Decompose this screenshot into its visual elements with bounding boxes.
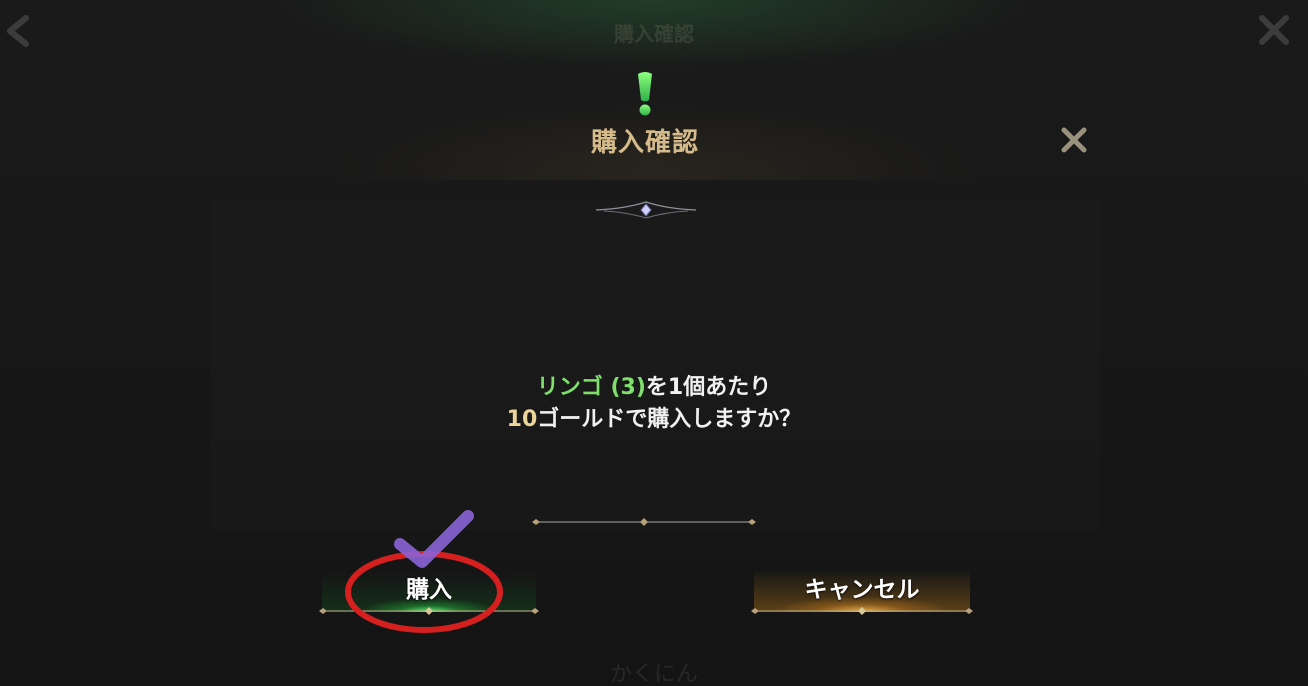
item-count: (3) xyxy=(610,375,646,400)
message-line-2: 10ゴールドで購入しますか？ xyxy=(400,404,908,436)
background-footer-text: かくにん xyxy=(609,662,698,686)
message-line-1: リンゴ (3)を1個あたり xyxy=(400,372,908,404)
item-name: リンゴ xyxy=(536,375,603,400)
background-panel xyxy=(210,200,1100,530)
exclamation-icon xyxy=(638,72,652,116)
background-title: 購入確認 xyxy=(614,22,694,46)
annotation-check-icon xyxy=(394,510,474,568)
background-close-icon[interactable] xyxy=(1256,12,1292,48)
cancel-button-label: キャンセル xyxy=(804,577,920,603)
cancel-button-underline xyxy=(751,607,973,615)
purchase-message: リンゴ (3)を1個あたり 10ゴールドで購入しますか？ xyxy=(400,372,908,442)
message-line2-suffix: ゴールドで購入しますか？ xyxy=(537,407,802,432)
message-line1-suffix: を1個あたり xyxy=(645,375,772,400)
back-arrow-icon[interactable] xyxy=(2,14,32,48)
modal-title: 購入確認 xyxy=(590,128,699,158)
close-icon[interactable] xyxy=(1056,122,1092,158)
purchase-confirm-screen: 購入確認 かくにん 購入確認 リンゴ (3)を1個あたり 10ゴールドで購入しま… xyxy=(0,0,1308,686)
price-value: 10 xyxy=(506,407,538,432)
divider-ornament-top xyxy=(595,201,697,219)
divider-ornament-middle xyxy=(532,518,756,526)
